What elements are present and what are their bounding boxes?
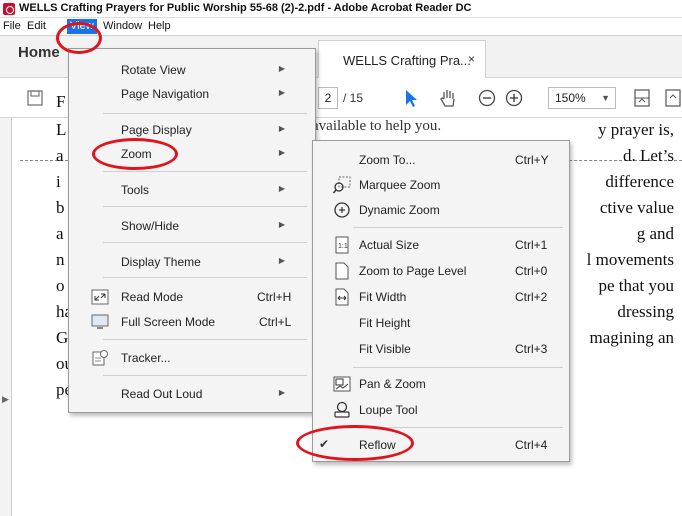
view-menu-item-show-hide[interactable]: Show/Hide ▶ — [69, 215, 315, 237]
full-screen-icon — [91, 314, 109, 329]
chevron-right-icon: ▶ — [278, 388, 285, 397]
hand-tool-icon[interactable] — [438, 87, 458, 109]
document-line-start: i — [56, 172, 61, 191]
tab-home[interactable]: Home — [18, 44, 60, 61]
document-line-start: b — [56, 198, 65, 217]
actual-size-icon: 1:1 — [335, 236, 349, 254]
zoom-menu-item-zoom-to[interactable]: Zoom To... Ctrl+Y — [313, 149, 569, 171]
document-line-start: L — [56, 120, 67, 139]
chevron-right-icon: ▶ — [278, 64, 285, 73]
menu-file[interactable]: File — [3, 20, 21, 32]
page-level-icon — [335, 262, 349, 280]
window-title: WELLS Crafting Prayers for Public Worshi… — [19, 2, 472, 14]
document-line-end: d. Let’s — [623, 146, 674, 165]
document-line-end: difference — [605, 172, 674, 191]
page-total: / 15 — [343, 91, 364, 105]
document-text-fragment: available to help you. — [312, 118, 442, 134]
zoom-menu-item-loupe-tool[interactable]: Loupe Tool — [313, 399, 569, 421]
pan-zoom-icon — [333, 376, 351, 392]
zoom-menu-item-pan-zoom[interactable]: Pan & Zoom — [313, 373, 569, 395]
save-icon[interactable] — [26, 89, 44, 107]
menu-separator — [103, 242, 307, 243]
fit-width-icon — [335, 288, 349, 306]
zoom-menu-item-fit-width[interactable]: Fit Width Ctrl+2 — [313, 286, 569, 308]
zoom-level-value: 150% — [555, 91, 586, 105]
menu-separator — [353, 367, 563, 368]
document-line-start: a — [56, 224, 64, 243]
chevron-down-icon: ▼ — [601, 93, 610, 103]
menu-separator — [353, 227, 563, 228]
marquee-zoom-icon — [333, 176, 351, 194]
annotation-circle-zoom — [92, 138, 178, 170]
read-mode-icon — [91, 289, 109, 305]
dynamic-zoom-icon — [334, 202, 350, 218]
zoom-menu-item-actual-size[interactable]: 1:1 Actual Size Ctrl+1 — [313, 234, 569, 256]
view-menu-item-page-display[interactable]: Page Display ▶ — [69, 119, 315, 141]
chevron-right-icon: ▶ — [278, 256, 285, 265]
document-line-start: a — [56, 146, 64, 165]
document-line-end: l movements — [586, 250, 674, 269]
menu-separator — [103, 113, 307, 114]
menu-separator — [103, 277, 307, 278]
menu-separator — [103, 339, 307, 340]
scroll-mode-icon[interactable] — [664, 88, 682, 108]
zoom-menu-item-fit-height[interactable]: Fit Height — [313, 312, 569, 334]
menu-window[interactable]: Window — [103, 20, 142, 32]
view-menu-item-tools[interactable]: Tools ▶ — [69, 179, 315, 201]
chevron-right-icon: ▶ — [278, 220, 285, 229]
menu-separator — [103, 171, 307, 172]
close-icon[interactable]: × — [468, 52, 475, 66]
side-panel-rail[interactable]: ▶ — [0, 118, 12, 516]
document-line-end: y prayer is, — [597, 120, 674, 139]
menu-help[interactable]: Help — [148, 20, 171, 32]
document-line-end: ctive value — [599, 198, 674, 217]
zoom-level-select[interactable]: 150% ▼ — [548, 87, 616, 109]
document-line-start: F — [56, 92, 66, 111]
acrobat-icon — [3, 3, 15, 15]
chevron-right-icon: ▶ — [278, 88, 285, 97]
menu-bar: File Edit View Window Help — [0, 18, 682, 36]
zoom-menu-item-dynamic-zoom[interactable]: Dynamic Zoom — [313, 199, 569, 221]
chevron-right-icon: ▶ — [278, 148, 285, 157]
view-menu-item-rotate-view[interactable]: Rotate View ▶ — [69, 59, 315, 81]
document-line-end: magining an — [589, 328, 674, 347]
tab-document[interactable]: WELLS Crafting Pra... × — [318, 40, 486, 78]
annotation-circle-view — [56, 22, 102, 54]
menu-edit[interactable]: Edit — [27, 20, 46, 32]
zoom-menu-item-fit-visible[interactable]: Fit Visible Ctrl+3 — [313, 338, 569, 360]
document-line-start: n — [56, 250, 65, 269]
zoom-menu-item-marquee-zoom[interactable]: Marquee Zoom — [313, 174, 569, 196]
zoom-submenu: Zoom To... Ctrl+Y Marquee Zoom Dynamic Z… — [312, 140, 570, 462]
view-menu-item-tracker[interactable]: Tracker... — [69, 347, 315, 369]
zoom-in-icon[interactable] — [505, 89, 523, 107]
tab-document-label: WELLS Crafting Pra... — [343, 53, 471, 68]
view-menu: Rotate View ▶ Page Navigation ▶ Page Dis… — [68, 48, 316, 413]
document-line-end: pe that you — [598, 276, 674, 295]
menu-separator — [103, 375, 307, 376]
document-line-end: dressing — [617, 302, 674, 321]
title-bar: WELLS Crafting Prayers for Public Worshi… — [0, 0, 682, 18]
page-number-input[interactable]: 2 — [318, 87, 338, 109]
view-menu-item-read-out-loud[interactable]: Read Out Loud ▶ — [69, 383, 315, 405]
view-menu-item-display-theme[interactable]: Display Theme ▶ — [69, 251, 315, 273]
view-menu-item-full-screen[interactable]: Full Screen Mode Ctrl+L — [69, 311, 315, 333]
zoom-menu-item-zoom-to-page-level[interactable]: Zoom to Page Level Ctrl+0 — [313, 260, 569, 282]
fit-page-icon[interactable] — [632, 88, 652, 108]
document-line-end: g and — [636, 224, 674, 243]
tracker-icon — [92, 350, 108, 366]
chevron-right-icon: ▶ — [278, 124, 285, 133]
document-line-start: o — [56, 276, 65, 295]
select-cursor-icon[interactable] — [402, 88, 420, 108]
chevron-right-icon: ▶ — [278, 184, 285, 193]
view-menu-item-page-navigation[interactable]: Page Navigation ▶ — [69, 83, 315, 105]
svg-text:1:1: 1:1 — [338, 243, 348, 250]
loupe-tool-icon — [334, 401, 350, 418]
view-menu-item-read-mode[interactable]: Read Mode Ctrl+H — [69, 286, 315, 308]
expand-arrow-icon[interactable]: ▶ — [2, 394, 9, 405]
annotation-circle-reflow — [296, 425, 414, 461]
zoom-out-icon[interactable] — [478, 89, 496, 107]
menu-separator — [103, 206, 307, 207]
